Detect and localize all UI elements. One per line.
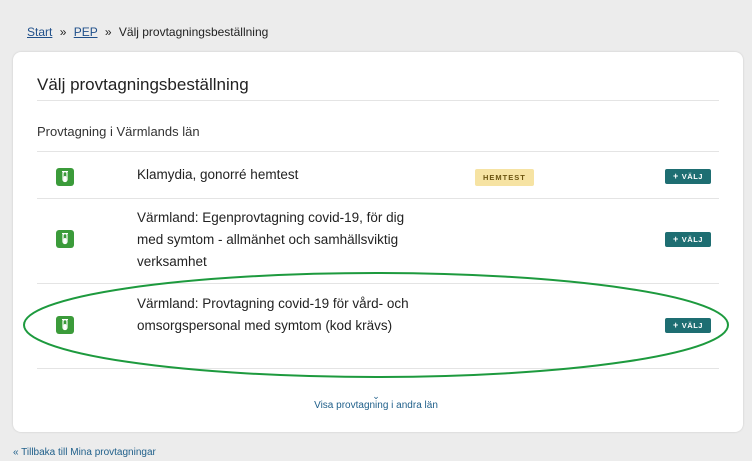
breadcrumb: Start » PEP » Välj provtagningsbeställni…	[27, 25, 268, 39]
plus-icon: +	[673, 234, 679, 244]
select-button-label: VÄLJ	[681, 321, 703, 330]
section-title: Provtagning i Värmlands län	[37, 124, 200, 139]
test-name: Värmland: Egenprovtagning covid-19, för …	[137, 210, 405, 269]
breadcrumb-separator: »	[59, 25, 67, 39]
list-item: Värmland: Provtagning covid-19 för vård-…	[37, 284, 719, 368]
back-link[interactable]: « Tillbaka till Mina provtagningar	[13, 447, 156, 458]
show-other-counties-label: Visa provtagning i andra län	[314, 400, 438, 411]
plus-icon: +	[673, 171, 679, 181]
divider	[37, 368, 719, 369]
select-button-label: VÄLJ	[681, 235, 703, 244]
chevron-down-icon: ⌄	[372, 391, 380, 401]
hemtest-badge: HEMTEST	[475, 169, 534, 186]
page-title: Välj provtagningsbeställning	[37, 75, 249, 94]
divider	[37, 100, 719, 101]
select-button-label: VÄLJ	[681, 172, 703, 181]
top-bar: Start » PEP » Välj provtagningsbeställni…	[0, 0, 752, 56]
breadcrumb-current: Välj provtagningsbeställning	[118, 25, 269, 39]
select-button[interactable]: + VÄLJ	[665, 318, 711, 333]
select-button[interactable]: + VÄLJ	[665, 169, 711, 184]
test-tube-icon	[56, 230, 74, 248]
test-name: Värmland: Provtagning covid-19 för vård-…	[137, 296, 409, 333]
test-tube-icon	[56, 316, 74, 334]
breadcrumb-start-link[interactable]: Start	[27, 25, 52, 39]
breadcrumb-pep-link[interactable]: PEP	[74, 25, 98, 39]
test-tube-icon	[56, 168, 74, 186]
plus-icon: +	[673, 320, 679, 330]
select-button[interactable]: + VÄLJ	[665, 232, 711, 247]
test-name: Klamydia, gonorré hemtest	[137, 167, 299, 182]
list-item: Värmland: Egenprovtagning covid-19, för …	[37, 199, 719, 283]
list-item: Klamydia, gonorré hemtest HEMTEST + VÄLJ	[37, 152, 719, 198]
show-other-counties-link[interactable]: ⌄ Visa provtagning i andra län	[0, 391, 752, 412]
breadcrumb-separator: »	[104, 25, 112, 39]
